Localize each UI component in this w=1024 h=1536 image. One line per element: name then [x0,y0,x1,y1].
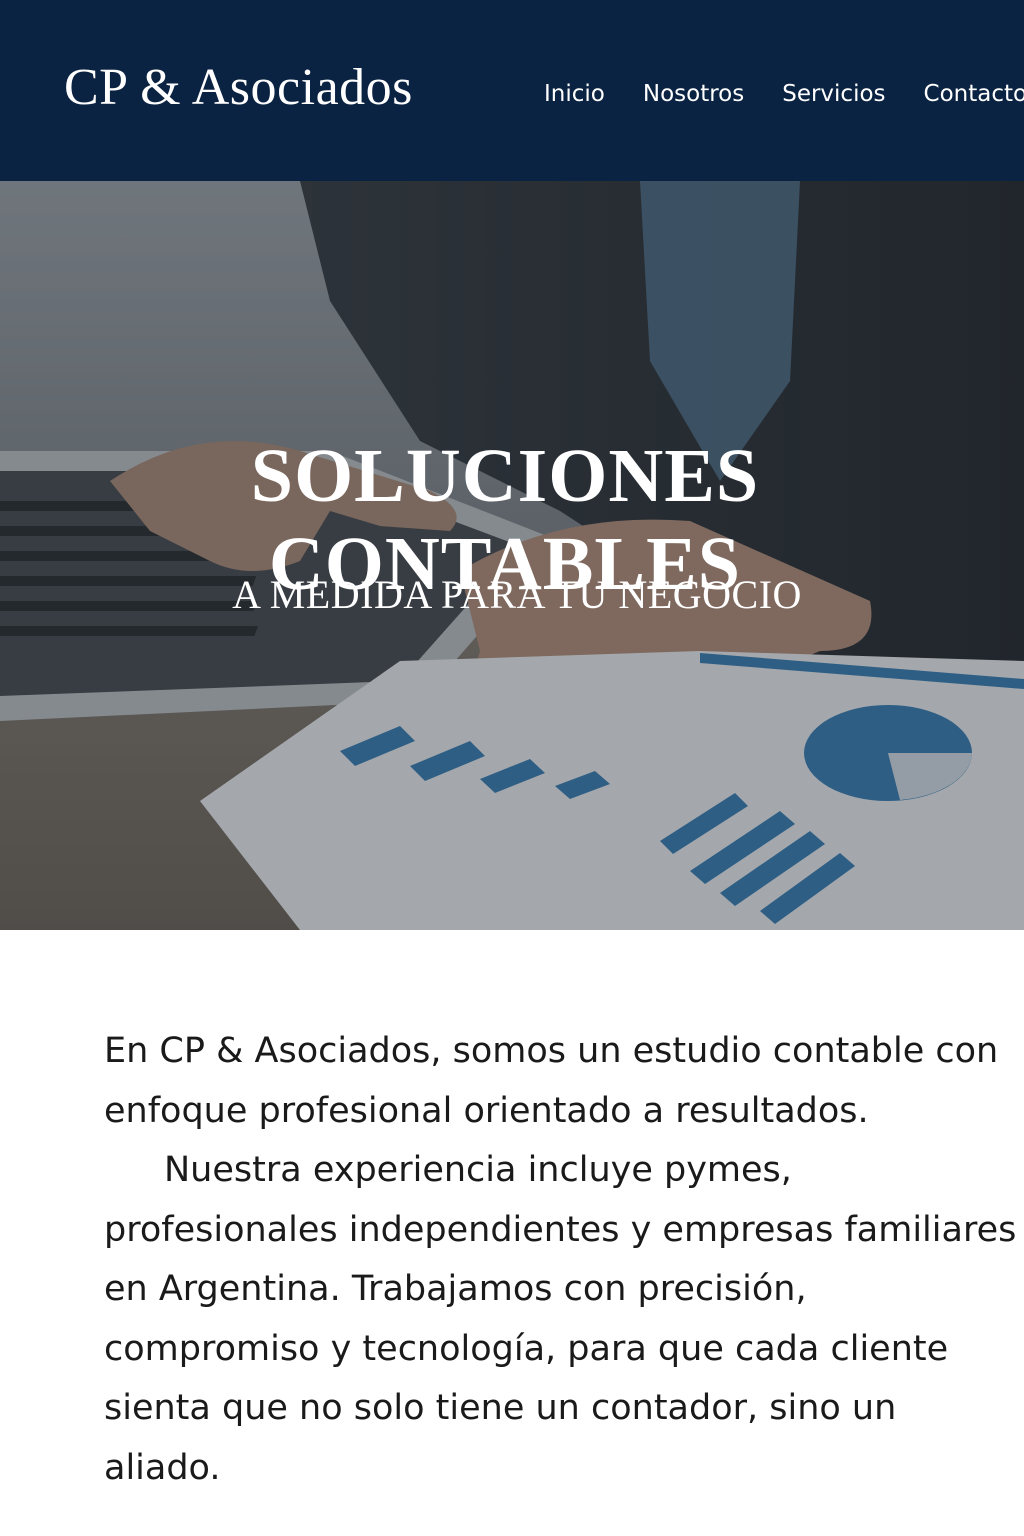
intro-paragraph-1: En CP & Asociados, somos un estudio cont… [104,1031,999,1131]
main-nav: Inicio Nosotros Servicios Contacto [544,76,1024,112]
nav-link-contacto[interactable]: Contacto [924,81,1024,107]
intro-section: En CP & Asociados, somos un estudio cont… [104,1022,1019,1498]
hero-subtitle: A MEDIDA PARA TU NEGOCIO [232,572,802,617]
nav-link-nosotros[interactable]: Nosotros [643,81,744,107]
site-header: CP & Asociados Inicio Nosotros Servicios… [0,0,1024,181]
intro-paragraph-2: Nuestra experiencia incluye pymes, profe… [104,1150,1017,1488]
nav-link-inicio[interactable]: Inicio [544,81,605,107]
nav-link-servicios[interactable]: Servicios [782,81,885,107]
hero-title-line-1: SOLUCIONES [250,433,760,518]
site-logo[interactable]: CP & Asociados [64,56,413,120]
hero-banner: SOLUCIONES CONTABLES A MEDIDA PARA TU NE… [0,181,1024,930]
